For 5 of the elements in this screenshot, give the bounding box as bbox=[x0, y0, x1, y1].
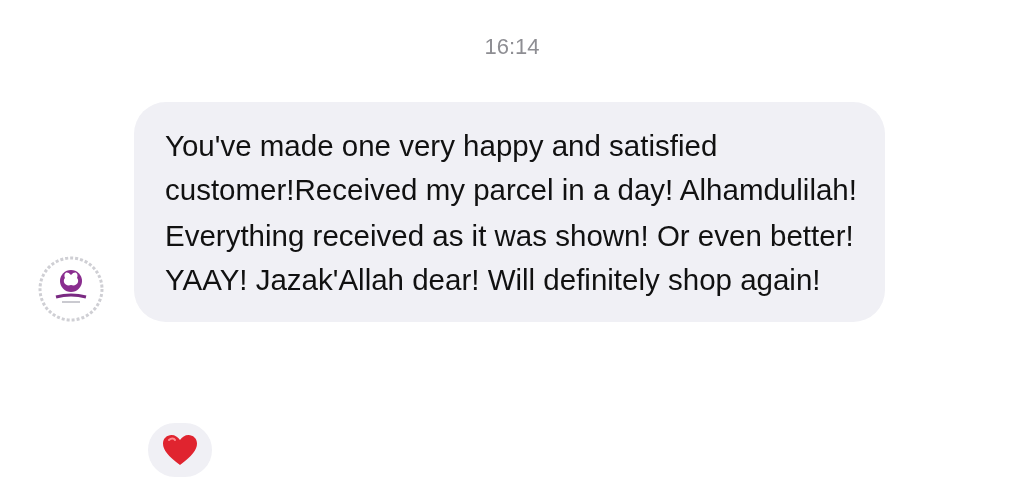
message-text: You've made one very happy and satisfied customer!Received my parcel in a day! Alhamdulilah! bbox=[165, 128, 858, 208]
avatar-logo-icon bbox=[38, 256, 104, 322]
heart-icon bbox=[162, 434, 198, 466]
message-text: Everything received as it was shown! Or even better! YAAY! Jazak'Allah dear! Will definitely shop again! bbox=[165, 218, 855, 298]
message-timestamp: 16:14 bbox=[484, 34, 540, 60]
